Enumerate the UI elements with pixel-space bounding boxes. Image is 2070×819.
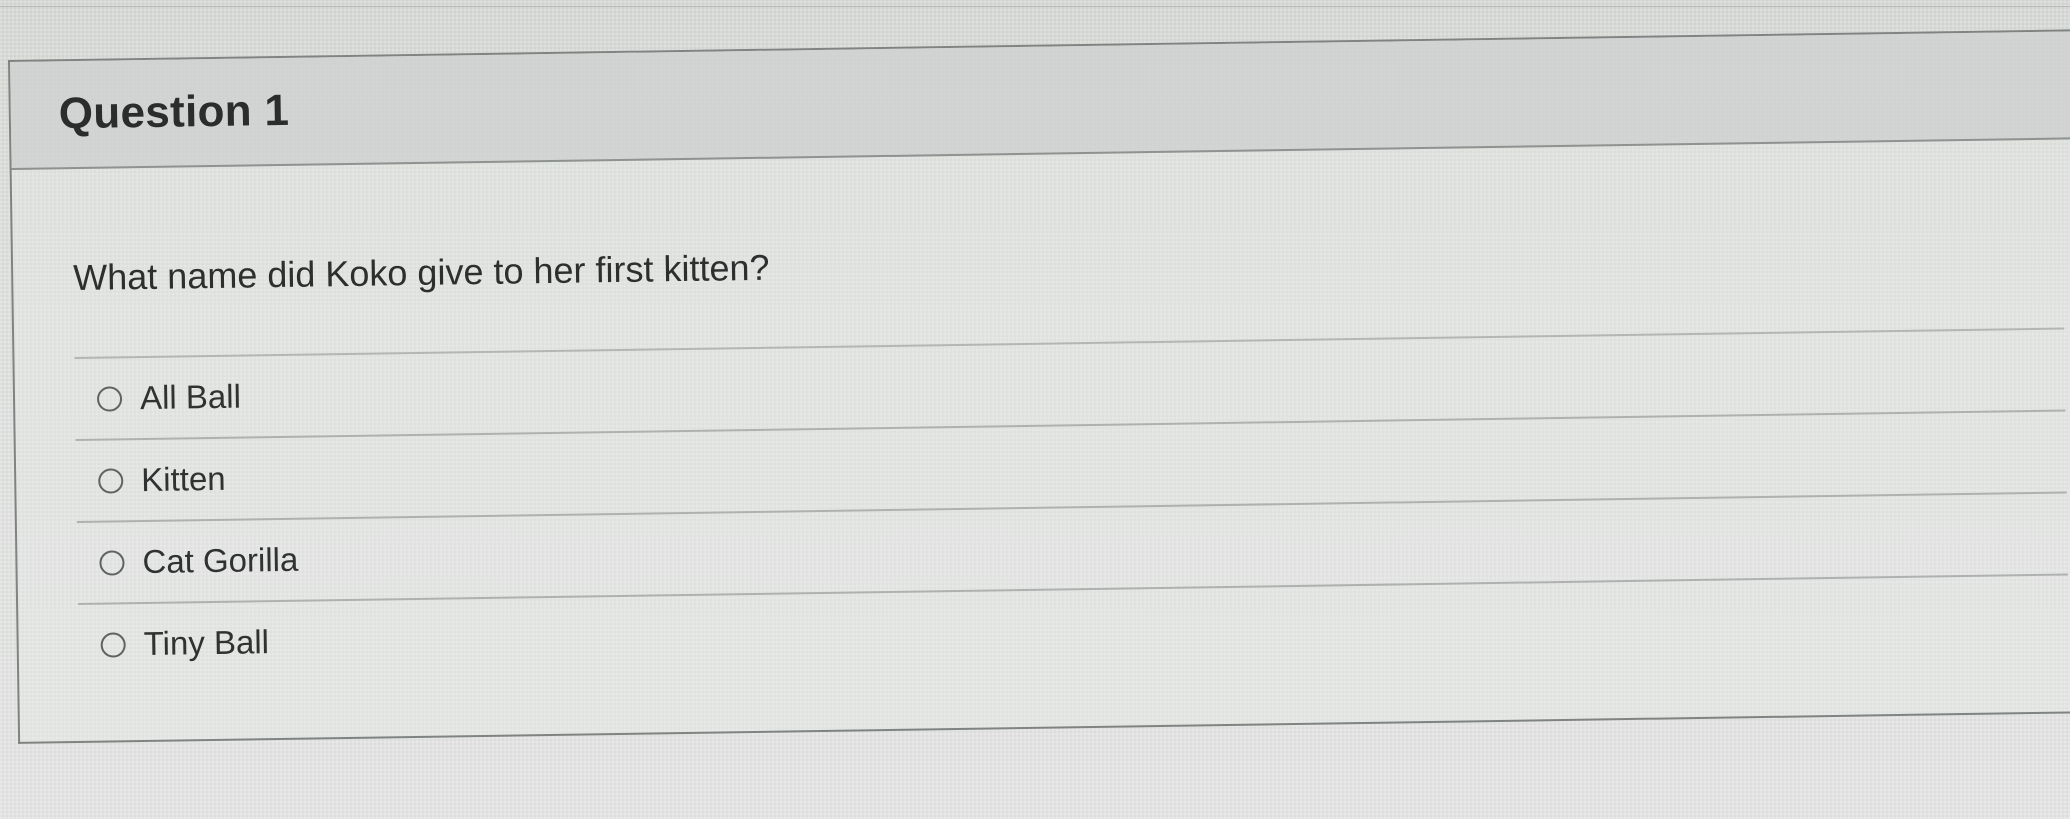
- answer-label[interactable]: Cat Gorilla: [142, 541, 298, 581]
- question-prompt: What name did Koko give to her first kit…: [72, 246, 770, 299]
- radio-button[interactable]: [98, 467, 124, 494]
- radio-button[interactable]: [96, 385, 123, 412]
- question-body: What name did Koko give to her first kit…: [12, 139, 2070, 686]
- answer-label[interactable]: Tiny Ball: [143, 623, 269, 663]
- answer-label[interactable]: Kitten: [141, 460, 226, 499]
- radio-button[interactable]: [100, 631, 126, 658]
- question-card: Question 1 What name did Koko give to he…: [8, 28, 2070, 744]
- top-divider: [0, 0, 2070, 7]
- quiz-screen: Question 1 What name did Koko give to he…: [0, 0, 2070, 819]
- radio-button[interactable]: [99, 549, 125, 576]
- answer-list: All Ball Kitten Cat Gorilla Tiny Ball: [74, 327, 2070, 686]
- question-title: Question 1: [58, 85, 290, 139]
- answer-label[interactable]: All Ball: [140, 378, 241, 417]
